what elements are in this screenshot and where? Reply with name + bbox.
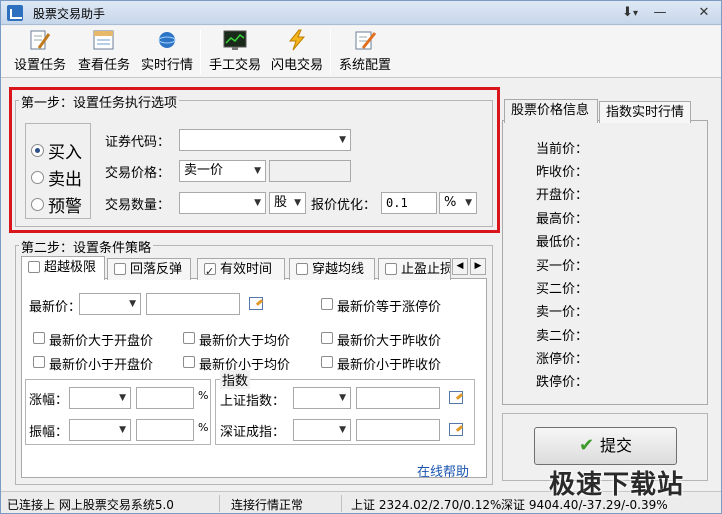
- gt-open-label: 最新价大于开盘价: [49, 334, 154, 349]
- open-price-label: 开盘价：: [536, 188, 589, 203]
- tab-exceed-limit[interactable]: 超越极限: [21, 256, 105, 280]
- bid1-label: 买一价：: [536, 259, 589, 274]
- title-bar: 股票交易助手 ⬇▾ — ✕: [1, 1, 721, 25]
- lightning-icon: [285, 29, 309, 51]
- lt-prevclose-checkbox[interactable]: [321, 356, 333, 368]
- edit-calendar-icon[interactable]: [248, 295, 264, 310]
- lt-open-label: 最新价小于开盘价: [49, 358, 154, 373]
- amplitude-label: 振幅：: [29, 425, 69, 440]
- toolbar-system-config-button[interactable]: 系统配置: [336, 29, 394, 75]
- status-sh-index: 上证 2324.02/2.70/0.12%: [351, 498, 502, 512]
- tab-cross-ma[interactable]: 穿越均线: [289, 258, 375, 280]
- minimize-button[interactable]: —: [649, 4, 671, 22]
- rise-percent-label: %: [198, 389, 209, 402]
- low-price-label: 最低价：: [536, 235, 589, 250]
- tab-pullback-rebound-checkbox[interactable]: [114, 263, 126, 275]
- tab-index-realtime[interactable]: 指数实时行情: [599, 101, 691, 123]
- prev-close-label: 昨收价：: [536, 165, 589, 180]
- toolbar-separator: [200, 30, 201, 74]
- main-window: 股票交易助手 ⬇▾ — ✕ 设置任务 查看任务 实时行情 手工交易 闪电交易 系…: [0, 0, 722, 514]
- gt-avg-checkbox[interactable]: [183, 332, 195, 344]
- tab-take-profit-stop-loss[interactable]: 止盈止损: [378, 258, 451, 280]
- sh-index-input[interactable]: [356, 387, 440, 409]
- lt-avg-checkbox[interactable]: [183, 356, 195, 368]
- bid2-label: 买二价：: [536, 282, 589, 297]
- gt-prevclose-label: 最新价大于昨收价: [337, 334, 442, 349]
- toolbar-set-task-button[interactable]: 设置任务: [11, 29, 69, 75]
- toolbar-manual-trade-button[interactable]: 手工交易: [206, 29, 264, 75]
- toolbar-realtime-quote-button[interactable]: 实时行情: [138, 29, 196, 75]
- limit-down-label: 跌停价：: [536, 375, 589, 390]
- tab-stock-price-info[interactable]: 股票价格信息: [504, 99, 598, 123]
- tab-cross-ma-checkbox[interactable]: [296, 263, 308, 275]
- tab-take-profit-checkbox[interactable]: [385, 263, 397, 275]
- gt-avg-label: 最新价大于均价: [199, 334, 291, 349]
- tab-scroll-right-icon[interactable]: ▶: [470, 258, 486, 275]
- tab-pullback-rebound[interactable]: 回落反弹: [107, 258, 191, 280]
- latest-price-input[interactable]: [146, 293, 240, 315]
- watermark: 极速下载站: [549, 470, 685, 500]
- download-menu-icon[interactable]: ⬇▾: [616, 4, 644, 22]
- amplitude-operator-select[interactable]: ▼: [69, 419, 131, 441]
- lt-open-checkbox[interactable]: [33, 356, 45, 368]
- sh-index-label: 上证指数：: [220, 394, 286, 409]
- close-button[interactable]: ✕: [691, 4, 717, 22]
- window-title: 股票交易助手: [33, 7, 106, 21]
- sh-edit-icon[interactable]: [448, 389, 464, 404]
- eq-limit-up-label: 最新价等于涨停价: [337, 300, 442, 315]
- chevron-down-icon: ▼: [119, 425, 126, 435]
- ask1-label: 卖一价：: [536, 305, 589, 320]
- help-link[interactable]: 在线帮助: [417, 461, 469, 480]
- sz-edit-icon[interactable]: [448, 421, 464, 436]
- lt-prevclose-label: 最新价小于昨收价: [337, 358, 442, 373]
- rise-label: 涨幅：: [29, 393, 69, 408]
- sh-index-operator-select[interactable]: ▼: [293, 387, 351, 409]
- price-info-panel: [502, 120, 708, 405]
- latest-price-operator-select[interactable]: ▼: [79, 293, 141, 315]
- index-group-title: 指数: [220, 370, 251, 389]
- chevron-down-icon: ▼: [339, 393, 346, 403]
- high-price-label: 最高价：: [536, 212, 589, 227]
- sz-index-operator-select[interactable]: ▼: [293, 419, 351, 441]
- chevron-down-icon: ▼: [119, 393, 126, 403]
- latest-price-label: 最新价：: [29, 300, 82, 315]
- current-price-label: 当前价：: [536, 142, 589, 157]
- chevron-down-icon: ▼: [339, 425, 346, 435]
- step2-title: 第二步：设置条件策略: [19, 237, 154, 256]
- status-connection: 已连接上 网上股票交易系统5.0: [7, 498, 174, 512]
- chevron-down-icon: ▼: [129, 299, 136, 309]
- rise-operator-select[interactable]: ▼: [69, 387, 131, 409]
- view-task-icon: [92, 29, 116, 51]
- toolbar-view-task-button[interactable]: 查看任务: [75, 29, 133, 75]
- tab-valid-time[interactable]: 有效时间: [197, 258, 285, 280]
- limit-up-label: 涨停价：: [536, 352, 589, 367]
- toolbar: 设置任务 查看任务 实时行情 手工交易 闪电交易 系统配置: [1, 26, 721, 78]
- rise-input[interactable]: [136, 387, 194, 409]
- toolbar-flash-trade-button[interactable]: 闪电交易: [268, 29, 326, 75]
- toolbar-separator: [330, 30, 331, 74]
- tab-exceed-limit-checkbox[interactable]: [28, 261, 40, 273]
- gt-open-checkbox[interactable]: [33, 332, 45, 344]
- gt-prevclose-checkbox[interactable]: [321, 332, 333, 344]
- status-quote: 连接行情正常: [231, 498, 304, 512]
- set-task-icon: [28, 29, 52, 51]
- amplitude-percent-label: %: [198, 421, 209, 434]
- notepad-pencil-icon: [353, 29, 377, 51]
- highlight-box: [9, 87, 500, 233]
- tab-scroll-left-icon[interactable]: ◀: [452, 258, 468, 275]
- tab-valid-time-checkbox[interactable]: [204, 261, 216, 280]
- ask2-label: 卖二价：: [536, 329, 589, 344]
- submit-button[interactable]: ✔ 提交: [534, 427, 677, 465]
- monitor-chart-icon: [223, 29, 247, 51]
- globe-icon: [155, 29, 179, 51]
- checkmark-icon: ✔: [578, 435, 595, 456]
- sz-index-input[interactable]: [356, 419, 440, 441]
- app-logo-icon: [7, 5, 23, 21]
- eq-limit-up-checkbox[interactable]: [321, 298, 333, 310]
- sz-index-label: 深证成指：: [220, 425, 286, 440]
- amplitude-input[interactable]: [136, 419, 194, 441]
